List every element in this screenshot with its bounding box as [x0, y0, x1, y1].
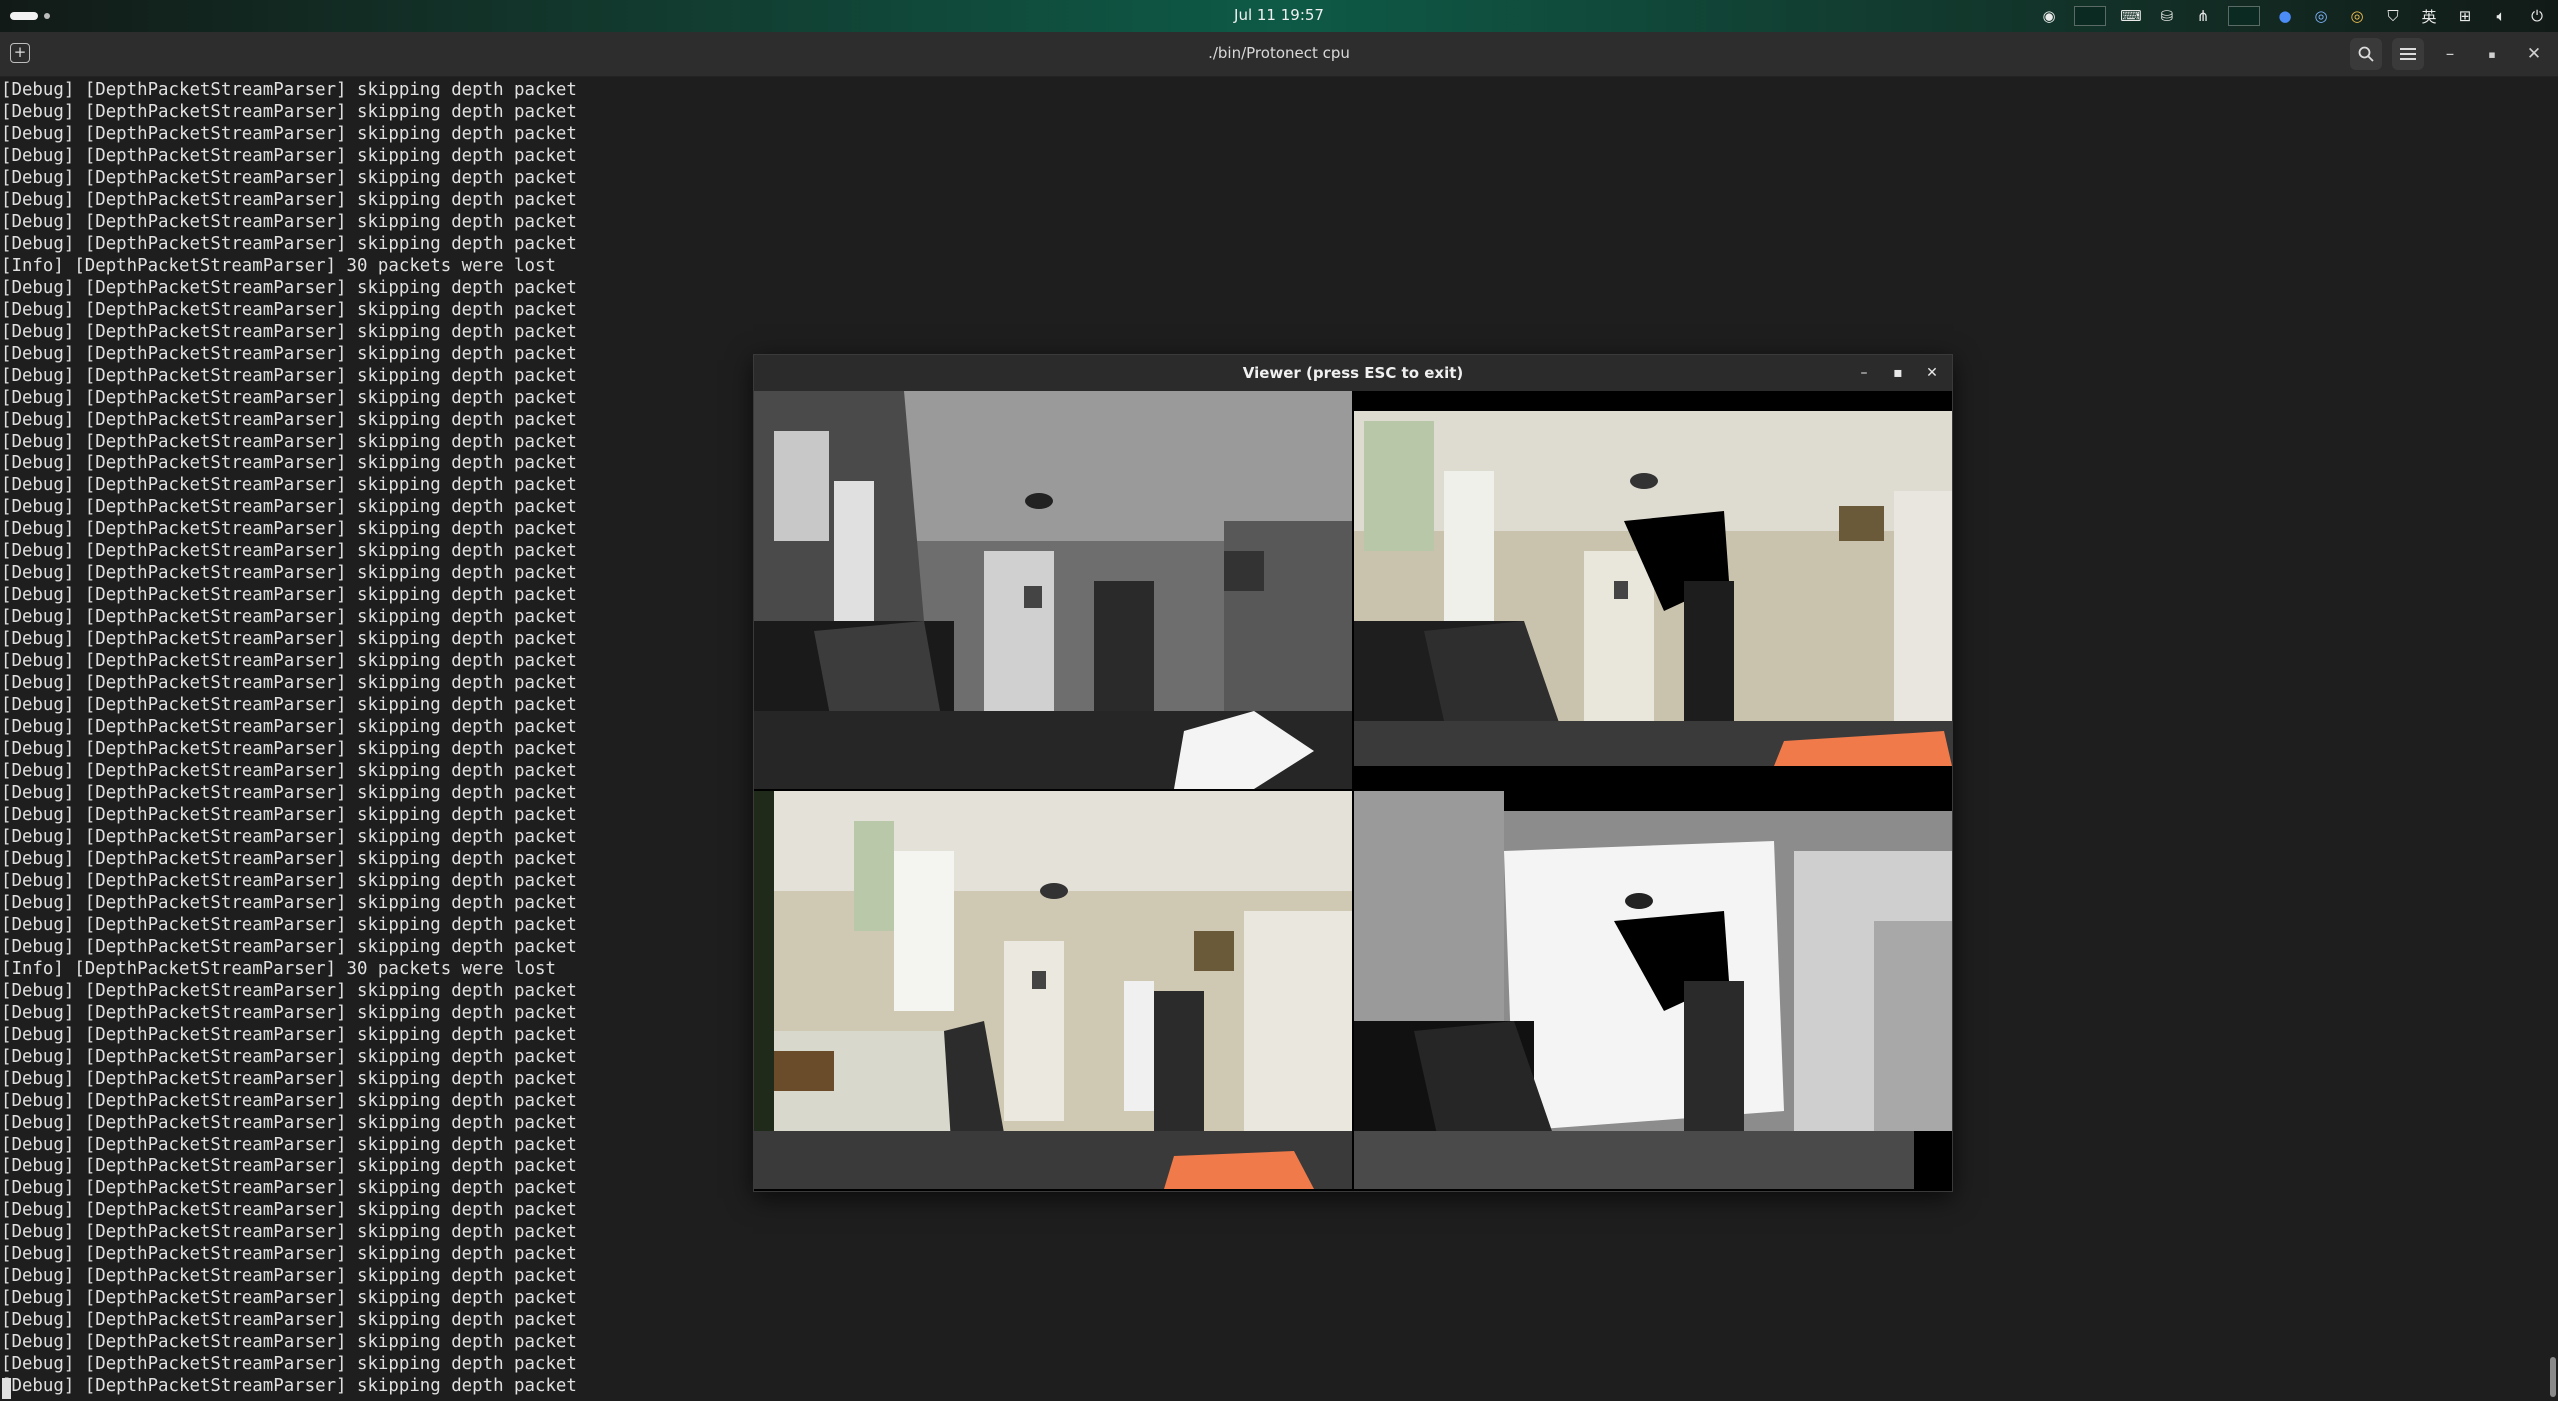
shield-icon[interactable]: ⛉ — [2382, 5, 2404, 27]
minimize-button[interactable]: – — [2434, 38, 2466, 70]
terminal-scrollbar[interactable] — [2550, 1357, 2556, 1397]
maximize-icon: ▪ — [2488, 47, 2496, 61]
terminal-line: [Debug] [DepthPacketStreamParser] skippi… — [1, 167, 577, 188]
terminal-line: [Debug] [DepthPacketStreamParser] skippi… — [1, 1376, 577, 1397]
power-icon[interactable]: ⏻ — [2526, 5, 2548, 27]
terminal-line: [Debug] [DepthPacketStreamParser] skippi… — [1, 1332, 577, 1353]
depth-view — [1354, 791, 1952, 1189]
terminal-line: [Debug] [DepthPacketStreamParser] skippi… — [1, 80, 577, 100]
network-wired-icon[interactable]: ⊞ — [2454, 5, 2476, 27]
zoom-icon[interactable]: ● — [2274, 5, 2296, 27]
terminal-line: [Debug] [DepthPacketStreamParser] skippi… — [1, 1354, 577, 1375]
terminal-line: [Debug] [DepthPacketStreamParser] skippi… — [1, 101, 577, 122]
terminal-line: [Debug] [DepthPacketStreamParser] skippi… — [1, 189, 577, 210]
terminal-line: [Debug] [DepthPacketStreamParser] skippi… — [1, 1266, 577, 1287]
viewer-window[interactable]: Viewer (press ESC to exit) – ▪ ✕ — [753, 354, 1953, 1192]
system-top-bar: Jul 11 19:57 ◉ ⌨ ⛁ ⋔ ● ◎ ◎ ⛉ 英 ⊞ 🔈︎ ⏻ — [0, 0, 2558, 32]
viewer-title: Viewer (press ESC to exit) — [1242, 364, 1464, 382]
close-button[interactable]: ✕ — [2518, 38, 2550, 70]
ime-indicator[interactable]: 英 — [2418, 5, 2440, 27]
infrared-view — [754, 391, 1352, 789]
terminal-line: [Debug] [DepthPacketStreamParser] skippi… — [1, 1244, 577, 1265]
viewer-minimize-button[interactable]: – — [1854, 363, 1874, 383]
system-tray: ◉ ⌨ ⛁ ⋔ ● ◎ ◎ ⛉ 英 ⊞ 🔈︎ ⏻ — [2038, 4, 2548, 28]
drive-icon[interactable]: ⛁ — [2156, 5, 2178, 27]
terminal-line: [Debug] [DepthPacketStreamParser] skippi… — [1, 1200, 577, 1221]
screen-record-icon[interactable]: ◉ — [2038, 5, 2060, 27]
keyboard-icon[interactable]: ⌨ — [2120, 5, 2142, 27]
terminal-line: [Debug] [DepthPacketStreamParser] skippi… — [1, 1288, 577, 1309]
terminal-line: [Debug] [DepthPacketStreamParser] skippi… — [1, 321, 577, 342]
close-icon: ✕ — [2526, 44, 2542, 64]
viewer-title-bar[interactable]: Viewer (press ESC to exit) – ▪ ✕ — [754, 355, 1952, 391]
terminal-line: [Debug] [DepthPacketStreamParser] skippi… — [1, 1310, 577, 1331]
terminal-header-bar: + ./bin/Protonect cpu – ▪ ✕ — [0, 32, 2558, 77]
search-button[interactable] — [2350, 38, 2382, 70]
terminal-line: [Debug] [DepthPacketStreamParser] skippi… — [1, 277, 577, 298]
terminal-line: [Debug] [DepthPacketStreamParser] skippi… — [1, 211, 577, 232]
network-icon[interactable]: ⋔ — [2192, 5, 2214, 27]
graph-icon[interactable] — [2228, 6, 2260, 26]
terminal-line: [Debug] [DepthPacketStreamParser] skippi… — [1, 233, 577, 254]
viewer-image-grid — [754, 391, 1952, 1191]
registered-color-view — [1354, 391, 1952, 789]
terminal-cursor — [2, 1378, 11, 1399]
terminal-title: ./bin/Protonect cpu — [1208, 44, 1350, 62]
terminal-line: [Debug] [DepthPacketStreamParser] skippi… — [1, 1222, 577, 1243]
viewer-maximize-button[interactable]: ▪ — [1888, 363, 1908, 383]
chrome-icon[interactable]: ◎ — [2346, 5, 2368, 27]
terminal-line: [Debug] [DepthPacketStreamParser] skippi… — [1, 299, 577, 320]
search-icon — [2358, 46, 2374, 62]
viewer-close-button[interactable]: ✕ — [1922, 363, 1942, 383]
volume-icon[interactable]: 🔈︎ — [2490, 5, 2512, 27]
chrome-canary-icon[interactable]: ◎ — [2310, 5, 2332, 27]
menu-button[interactable] — [2392, 38, 2424, 70]
minimize-icon: – — [2445, 44, 2455, 64]
monitor-icon[interactable] — [2074, 6, 2106, 26]
maximize-button[interactable]: ▪ — [2476, 38, 2508, 70]
hamburger-menu-icon — [2400, 48, 2416, 60]
terminal-line: [Debug] [DepthPacketStreamParser] skippi… — [1, 123, 577, 144]
terminal-line: [Info] [DepthPacketStreamParser] 30 pack… — [1, 255, 556, 276]
color-view — [754, 791, 1352, 1189]
terminal-line: [Debug] [DepthPacketStreamParser] skippi… — [1, 145, 577, 166]
